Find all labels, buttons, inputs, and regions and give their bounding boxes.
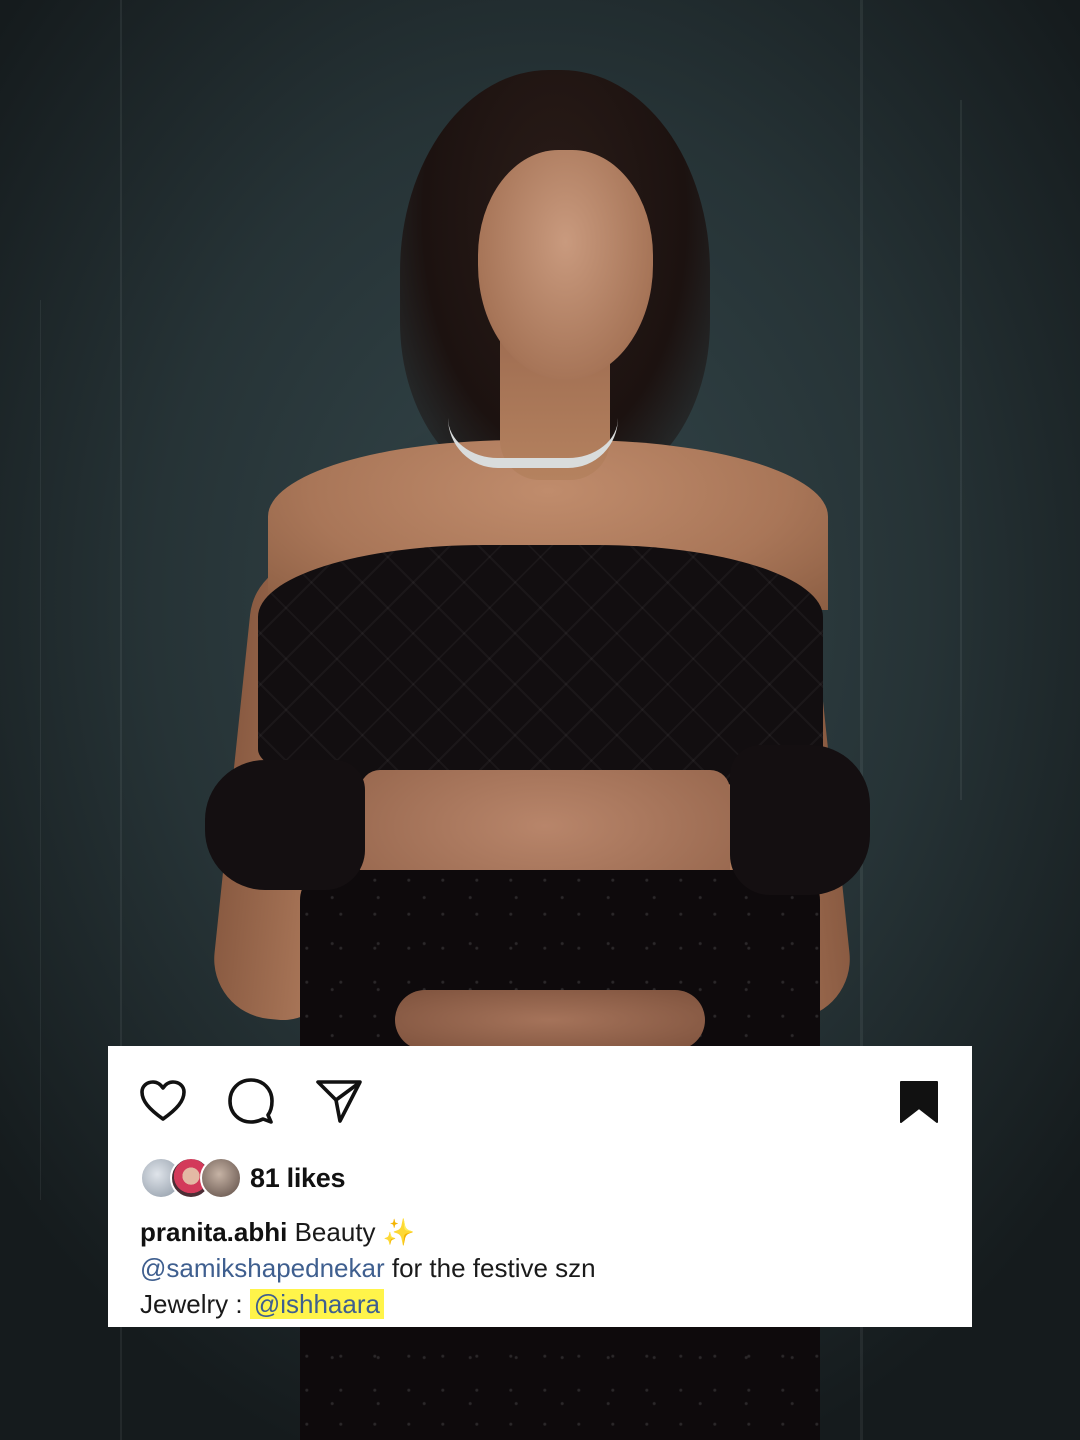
wall-texture bbox=[960, 100, 962, 800]
comment-icon bbox=[228, 1078, 274, 1124]
mention-link-highlighted[interactable]: @ishhaara bbox=[249, 1289, 384, 1319]
share-button[interactable] bbox=[314, 1076, 364, 1126]
wall-texture bbox=[40, 300, 41, 1200]
avatar bbox=[200, 1157, 242, 1199]
save-button[interactable] bbox=[896, 1078, 942, 1126]
sparkle-emoji: ✨ bbox=[382, 1217, 416, 1247]
comment-button[interactable] bbox=[226, 1076, 276, 1126]
liker-avatars[interactable] bbox=[140, 1156, 246, 1200]
necklace bbox=[448, 418, 618, 468]
like-button[interactable] bbox=[138, 1076, 188, 1126]
caption-label: Jewelry : bbox=[140, 1289, 250, 1319]
caption-text: for the festive szn bbox=[384, 1253, 596, 1283]
likes-row: 81 likes bbox=[140, 1156, 345, 1200]
dupatta-right bbox=[730, 745, 870, 895]
post-caption: pranita.abhi Beauty ✨ @samikshapednekar … bbox=[140, 1214, 596, 1322]
heart-icon bbox=[140, 1080, 186, 1121]
model-face bbox=[478, 150, 653, 380]
mention-link[interactable]: @samikshapednekar bbox=[140, 1253, 385, 1283]
caption-text: Beauty bbox=[294, 1217, 376, 1247]
model-hands bbox=[395, 990, 705, 1050]
action-bar bbox=[138, 1076, 364, 1126]
caption-line-2: @samikshapednekar for the festive szn bbox=[140, 1250, 596, 1286]
caption-line-3: Jewelry : @ishhaara bbox=[140, 1286, 596, 1322]
blouse bbox=[258, 545, 823, 785]
paper-plane-icon bbox=[316, 1080, 362, 1123]
caption-username[interactable]: pranita.abhi bbox=[140, 1217, 287, 1247]
dupatta-left bbox=[205, 760, 365, 890]
caption-line-1: pranita.abhi Beauty ✨ bbox=[140, 1214, 596, 1250]
likes-count[interactable]: 81 likes bbox=[250, 1163, 345, 1194]
bookmark-icon bbox=[900, 1081, 938, 1123]
post-card: 81 likes pranita.abhi Beauty ✨ @samiksha… bbox=[108, 1046, 972, 1327]
